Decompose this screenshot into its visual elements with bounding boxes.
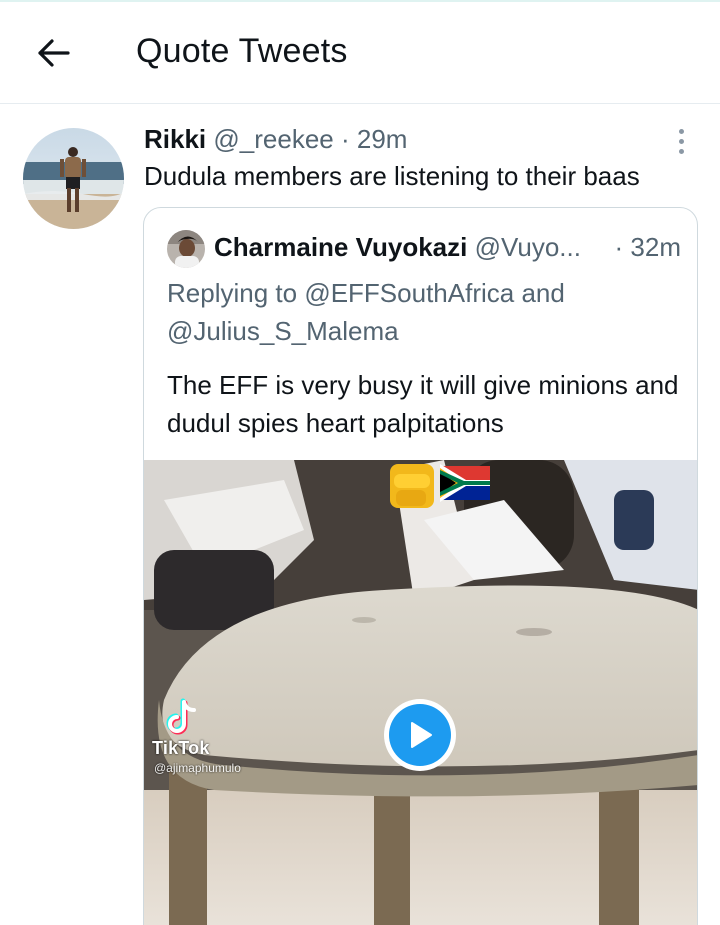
- tweet[interactable]: Rikki @_reekee · 29m Dudula members are …: [0, 104, 720, 925]
- mention-link[interactable]: @Julius_S_Malema: [167, 316, 399, 346]
- quote-avatar[interactable]: [167, 230, 205, 268]
- dot-separator: ·: [333, 124, 357, 154]
- replying-prefix: Replying to: [167, 278, 305, 308]
- more-vertical-icon: [678, 128, 684, 134]
- south-africa-flag-emoji: [440, 464, 490, 502]
- replying-to: Replying to @EFFSouthAfrica and @Julius_…: [167, 274, 687, 350]
- tiktok-name: TikTok: [152, 738, 210, 758]
- quoted-tweet[interactable]: Charmaine Vuyokazi @Vuyo... · 32m Replyi…: [143, 207, 698, 925]
- more-button[interactable]: [668, 126, 694, 156]
- tweet-text: Dudula members are listening to their ba…: [144, 161, 640, 191]
- tweet-header: Rikki @_reekee · 29m: [144, 124, 407, 155]
- tiktok-logo-icon: [166, 698, 196, 735]
- mention-link[interactable]: @EFFSouthAfrica: [304, 278, 514, 308]
- replying-and: and: [514, 278, 565, 308]
- page-title: Quote Tweets: [136, 32, 348, 70]
- author-handle[interactable]: @_reekee: [213, 124, 333, 154]
- play-icon: [411, 722, 432, 748]
- quote-text: The EFF is very busy it will give minion…: [167, 370, 679, 438]
- quote-author-name[interactable]: Charmaine Vuyokazi: [214, 232, 467, 262]
- video-media[interactable]: TikTok @ajimaphumulo: [144, 460, 697, 925]
- video-thumbnail: [144, 460, 697, 925]
- play-button[interactable]: [384, 699, 456, 771]
- app-header: Quote Tweets: [0, 2, 720, 104]
- tiktok-handle: @ajimaphumulo: [154, 761, 241, 775]
- arrow-left-icon: [38, 39, 70, 67]
- avatar[interactable]: [23, 128, 124, 229]
- back-button[interactable]: [30, 30, 76, 76]
- tweet-time[interactable]: 29m: [357, 124, 408, 154]
- author-name[interactable]: Rikki: [144, 124, 206, 154]
- quote-author-handle[interactable]: @Vuyo...: [475, 232, 581, 262]
- quote-time[interactable]: · 32m: [610, 232, 681, 263]
